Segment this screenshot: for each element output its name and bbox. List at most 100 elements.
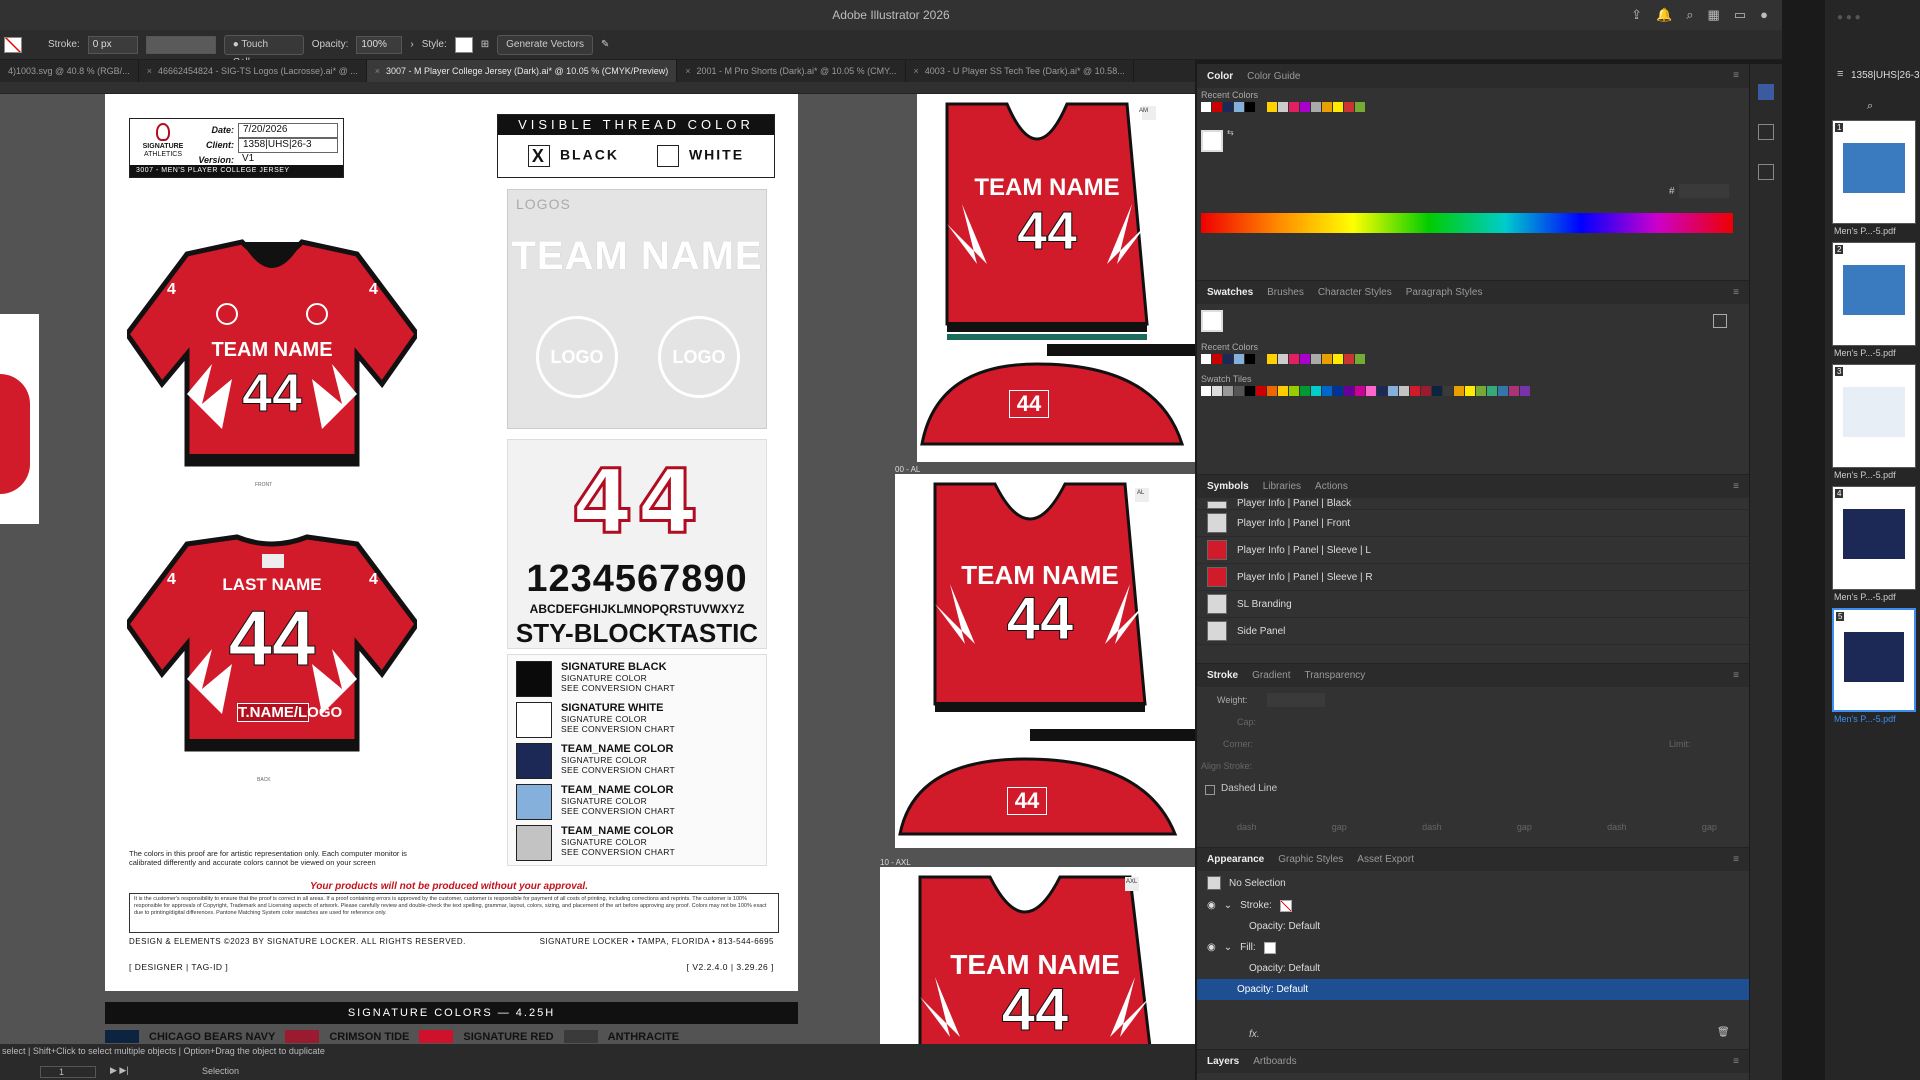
symbol-item[interactable]: Player Info | Panel | Front: [1197, 510, 1749, 537]
tab-doc-2[interactable]: × 46662454824 - SIG-TS Logos (Lacrosse).a…: [139, 60, 367, 82]
tab-actions[interactable]: Actions: [1315, 481, 1348, 492]
color-panel-icon[interactable]: [1758, 84, 1774, 100]
tab-symbols[interactable]: Symbols: [1207, 481, 1249, 492]
tab-doc-3[interactable]: × 3007 - M Player College Jersey (Dark).a…: [366, 60, 678, 82]
tab-artboards[interactable]: Artboards: [1253, 1056, 1296, 1067]
style-swatch[interactable]: [454, 36, 473, 53]
workspace-icon[interactable]: ▦: [1708, 0, 1720, 30]
canvas[interactable]: SIGNATURE ATHLETICS Date: 7/20/2026 Client…: [0, 94, 1195, 1044]
panel-menu-icon[interactable]: ≡: [1733, 481, 1739, 492]
symbol-item[interactable]: Player Info | Panel | Sleeve | R: [1197, 564, 1749, 591]
symbol-item[interactable]: Side Panel: [1197, 618, 1749, 645]
sidebar-menu-icon[interactable]: ≡: [1837, 68, 1843, 80]
tab-stroke[interactable]: Stroke: [1207, 670, 1238, 681]
tab-transparency[interactable]: Transparency: [1304, 670, 1365, 681]
tab-character-styles[interactable]: Character Styles: [1318, 287, 1392, 298]
symbol-item[interactable]: Player Info | Panel | Sleeve | L: [1197, 537, 1749, 564]
symbol-item[interactable]: Player Info | Panel | Black: [1197, 498, 1749, 510]
appearance-opacity-row-selected[interactable]: Opacity: Default: [1197, 979, 1749, 1000]
panel-menu-icon[interactable]: ≡: [1733, 670, 1739, 681]
add-effect-icon[interactable]: fx.: [1249, 1029, 1260, 1040]
appearance-opacity-row[interactable]: Opacity: Default: [1197, 916, 1749, 937]
limit-label: Limit:: [1669, 739, 1691, 749]
generate-vectors-button[interactable]: Generate Vectors: [497, 34, 593, 55]
tab-swatches[interactable]: Swatches: [1207, 287, 1253, 298]
page-navigator[interactable]: 1: [40, 1066, 96, 1078]
delete-icon[interactable]: 🗑: [1717, 1027, 1730, 1038]
tab-gradient[interactable]: Gradient: [1252, 670, 1290, 681]
brush-definition-dropdown[interactable]: ● Touch Call...: [223, 34, 304, 68]
tab-asset-export[interactable]: Asset Export: [1357, 854, 1414, 865]
panel-menu-icon[interactable]: ≡: [1733, 1056, 1739, 1067]
fill-stroke-icon[interactable]: [1201, 130, 1223, 152]
tab-brushes[interactable]: Brushes: [1267, 287, 1304, 298]
symbols-icon[interactable]: [1758, 124, 1774, 140]
stroke-swatch[interactable]: [1279, 899, 1292, 912]
tab-color[interactable]: Color: [1207, 71, 1233, 82]
swatch-tiles[interactable]: [1201, 386, 1601, 396]
page-thumbnail[interactable]: 4: [1832, 486, 1916, 590]
layers-icon[interactable]: [1758, 164, 1774, 180]
arrange-icon[interactable]: ▭: [1734, 0, 1746, 30]
artboard-label[interactable]: 00 - AL: [895, 465, 920, 474]
window-controls[interactable]: ● ● ●: [1837, 12, 1861, 23]
dashed-line-checkbox[interactable]: [1205, 785, 1215, 795]
variable-width-field[interactable]: [145, 35, 216, 54]
tab-doc-4[interactable]: × 2001 - M Pro Shorts (Dark).ai* @ 10.05 …: [677, 60, 906, 82]
appearance-opacity-row[interactable]: Opacity: Default: [1197, 958, 1749, 979]
eye-icon[interactable]: ◉: [1207, 900, 1216, 911]
page-thumbnail[interactable]: 1: [1832, 120, 1916, 224]
close-icon[interactable]: ×: [375, 66, 380, 76]
tab-doc-1[interactable]: 4)1003.svg @ 40.8 % (RGB/...: [0, 60, 139, 82]
appearance-fill-row[interactable]: ◉ ⌄ Fill:: [1197, 937, 1749, 958]
search-icon[interactable]: ⌕: [1686, 0, 1693, 30]
tab-paragraph-styles[interactable]: Paragraph Styles: [1406, 287, 1483, 298]
fill-swatch[interactable]: [1263, 941, 1276, 954]
share-icon[interactable]: ⇪: [1631, 0, 1642, 30]
tab-color-guide[interactable]: Color Guide: [1247, 71, 1300, 82]
appearance-stroke-row[interactable]: ◉ ⌄ Stroke:: [1197, 895, 1749, 916]
next-page-icon[interactable]: ▶ ▶|: [110, 1065, 129, 1076]
fill-stroke-icon[interactable]: [1201, 310, 1223, 332]
swatch-recent-row[interactable]: [1201, 354, 1365, 364]
appearance-panel: No Selection ◉ ⌄ Stroke: Opacity: Default …: [1197, 871, 1749, 1049]
sig-color: SIGNATURE RED: [419, 1029, 554, 1044]
tab-libraries[interactable]: Libraries: [1263, 481, 1301, 492]
swap-icon[interactable]: ⇆: [1227, 128, 1234, 137]
hex-field[interactable]: [1679, 184, 1729, 198]
close-icon[interactable]: ×: [147, 66, 152, 76]
tab-graphic-styles[interactable]: Graphic Styles: [1278, 854, 1343, 865]
color-row: TEAM_NAME COLOR SIGNATURE COLOR SEE CONVER…: [516, 825, 675, 863]
page-thumbnail[interactable]: 2: [1832, 242, 1916, 346]
avatar[interactable]: ●: [1760, 0, 1768, 30]
align-icon[interactable]: ⊞: [481, 39, 489, 50]
color-swatch: [419, 1030, 454, 1043]
page-thumbnail[interactable]: 3: [1832, 364, 1916, 468]
close-icon[interactable]: ×: [914, 66, 919, 76]
grid-view-icon[interactable]: [1713, 314, 1727, 328]
eye-icon[interactable]: ◉: [1207, 942, 1216, 953]
variant-shorts-number: 44: [1009, 390, 1049, 418]
artboard-label[interactable]: 10 - AXL: [880, 858, 911, 867]
page-thumbnail-active[interactable]: 5: [1832, 608, 1916, 712]
tab-doc-5[interactable]: × 4003 - U Player SS Tech Tee (Dark).ai* …: [906, 60, 1134, 82]
panel-menu-icon[interactable]: ≡: [1733, 854, 1739, 865]
tab-layers[interactable]: Layers: [1207, 1056, 1239, 1067]
panel-menu-icon[interactable]: ≡: [1733, 70, 1739, 81]
fill-swatch[interactable]: [4, 36, 22, 53]
close-icon[interactable]: ×: [685, 66, 690, 76]
symbol-item[interactable]: SL Branding: [1197, 591, 1749, 618]
stroke-weight-field[interactable]: 0 px: [87, 35, 138, 54]
recent-colors[interactable]: [1201, 102, 1365, 112]
weight-field[interactable]: [1267, 693, 1325, 707]
horizontal-ruler[interactable]: [0, 82, 1195, 94]
tab-appearance[interactable]: Appearance: [1207, 854, 1264, 865]
color-spectrum[interactable]: [1201, 213, 1733, 233]
opacity-field[interactable]: 100%: [356, 35, 403, 54]
wand-icon[interactable]: ✎: [601, 39, 609, 50]
search-icon[interactable]: ⌕: [1867, 100, 1873, 113]
panel-menu-icon[interactable]: ≡: [1733, 287, 1739, 298]
signature-colors-title: SIGNATURE COLORS — 4.25H: [105, 1002, 798, 1024]
notification-icon[interactable]: 🔔: [1656, 0, 1672, 30]
chevron-right-icon[interactable]: ›: [410, 39, 413, 50]
